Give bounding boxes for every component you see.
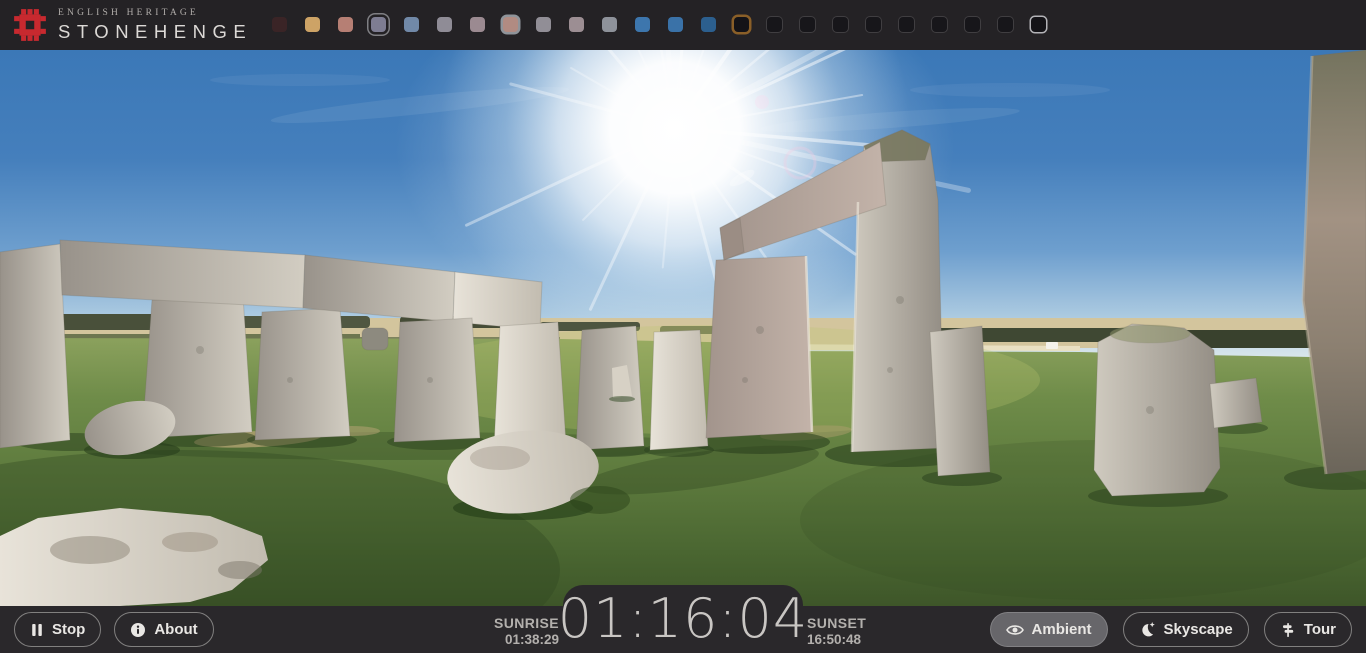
logo-text: ENGLISH HERITAGE STONEHENGE xyxy=(58,8,252,43)
sunrise-info: SUNRISE 01:38:29 xyxy=(494,615,559,648)
hour-swatch-16[interactable] xyxy=(800,17,815,32)
english-heritage-logo: ENGLISH HERITAGE STONEHENGE xyxy=(12,7,252,43)
bottom-bar: 01:16:04 SUNRISE 01:38:29 SUNSET 16:50:4… xyxy=(0,606,1366,653)
info-icon xyxy=(130,622,146,638)
brand-name: ENGLISH HERITAGE xyxy=(58,8,252,18)
english-heritage-portcullis-icon xyxy=(12,7,48,43)
stop-label: Stop xyxy=(52,621,85,638)
about-button[interactable]: About xyxy=(114,612,213,647)
hour-swatch-21[interactable] xyxy=(965,17,980,32)
hour-swatch-4[interactable] xyxy=(404,17,419,32)
sunrise-label: SUNRISE xyxy=(494,615,559,632)
hour-swatch-1[interactable] xyxy=(305,17,320,32)
moon-sparkle-icon xyxy=(1139,621,1156,638)
clock-panel: 01:16:04 xyxy=(563,585,803,653)
hour-swatch-6[interactable] xyxy=(470,17,485,32)
tour-button[interactable]: Tour xyxy=(1264,612,1352,647)
pause-icon xyxy=(30,623,44,637)
skyscape-label: Skyscape xyxy=(1164,621,1233,638)
sunset-time: 16:50:48 xyxy=(807,632,866,648)
hour-swatch-8[interactable] xyxy=(536,17,551,32)
hour-swatch-12[interactable] xyxy=(668,17,683,32)
simulation-clock: 01:16:04 xyxy=(558,592,809,646)
panorama-viewport[interactable] xyxy=(0,50,1366,606)
stonehenge-skyscape-app: ENGLISH HERITAGE STONEHENGE xyxy=(0,0,1366,653)
eye-icon xyxy=(1006,623,1024,637)
hour-swatch-15[interactable] xyxy=(767,17,782,32)
skyscape-button[interactable]: Skyscape xyxy=(1123,612,1249,647)
hour-swatch-22[interactable] xyxy=(998,17,1013,32)
top-bar: ENGLISH HERITAGE STONEHENGE xyxy=(0,0,1366,50)
ambient-button[interactable]: Ambient xyxy=(990,612,1108,647)
hour-swatch-10[interactable] xyxy=(602,17,617,32)
site-name: STONEHENGE xyxy=(58,21,252,43)
hour-swatch-23[interactable] xyxy=(1031,17,1046,32)
sunset-info: SUNSET 16:50:48 xyxy=(807,615,866,648)
hour-swatch-2[interactable] xyxy=(338,17,353,32)
stonehenge-panorama xyxy=(0,50,1366,606)
distant-stone xyxy=(362,328,388,350)
hour-swatch-11[interactable] xyxy=(635,17,650,32)
hour-swatch-9[interactable] xyxy=(569,17,584,32)
stop-button[interactable]: Stop xyxy=(14,612,101,647)
hour-swatch-3[interactable] xyxy=(371,17,386,32)
hour-swatch-13[interactable] xyxy=(701,17,716,32)
hour-swatch-7[interactable] xyxy=(503,17,518,32)
sarsen-upright xyxy=(1094,324,1220,496)
sunrise-time: 01:38:29 xyxy=(494,632,559,648)
signpost-icon xyxy=(1280,622,1296,638)
hour-swatch-5[interactable] xyxy=(437,17,452,32)
sunset-label: SUNSET xyxy=(807,615,866,632)
hour-swatch-0[interactable] xyxy=(272,17,287,32)
ambient-label: Ambient xyxy=(1032,621,1092,638)
playback-controls: Stop About xyxy=(14,612,214,647)
hour-swatch-20[interactable] xyxy=(932,17,947,32)
hour-swatches xyxy=(272,17,1046,32)
hour-swatch-17[interactable] xyxy=(833,17,848,32)
tour-label: Tour xyxy=(1304,621,1336,638)
hour-swatch-14[interactable] xyxy=(734,17,749,32)
hour-swatch-18[interactable] xyxy=(866,17,881,32)
hour-swatch-19[interactable] xyxy=(899,17,914,32)
about-label: About xyxy=(154,621,197,638)
view-mode-controls: Ambient Skyscape Tour xyxy=(990,612,1352,647)
